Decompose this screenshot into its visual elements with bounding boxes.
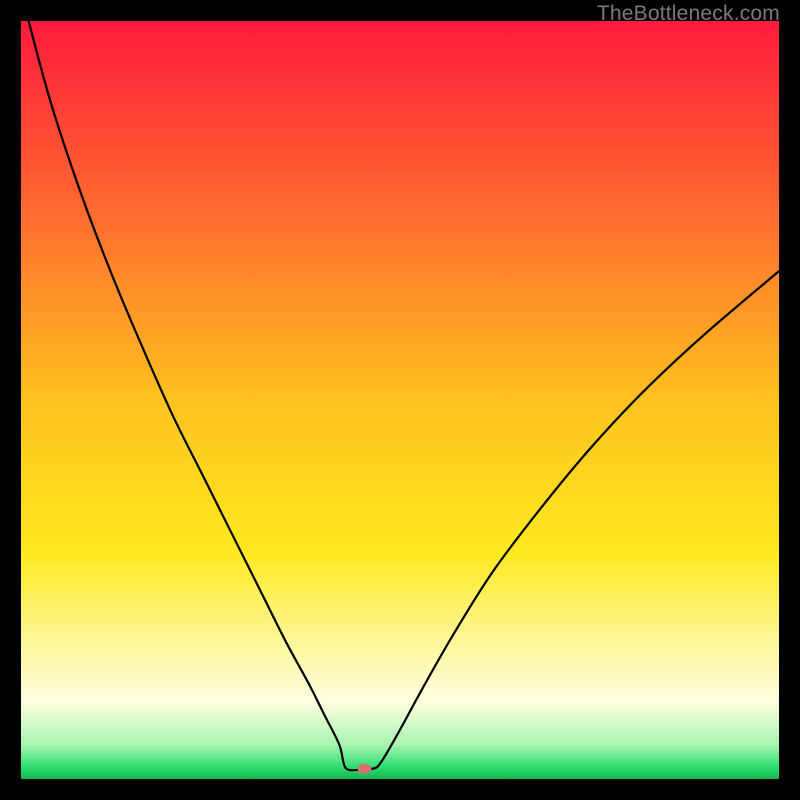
- optimal-point-marker: [357, 764, 371, 774]
- chart-frame: [21, 21, 779, 779]
- gradient-background: [21, 21, 779, 779]
- bottleneck-chart: [21, 21, 779, 779]
